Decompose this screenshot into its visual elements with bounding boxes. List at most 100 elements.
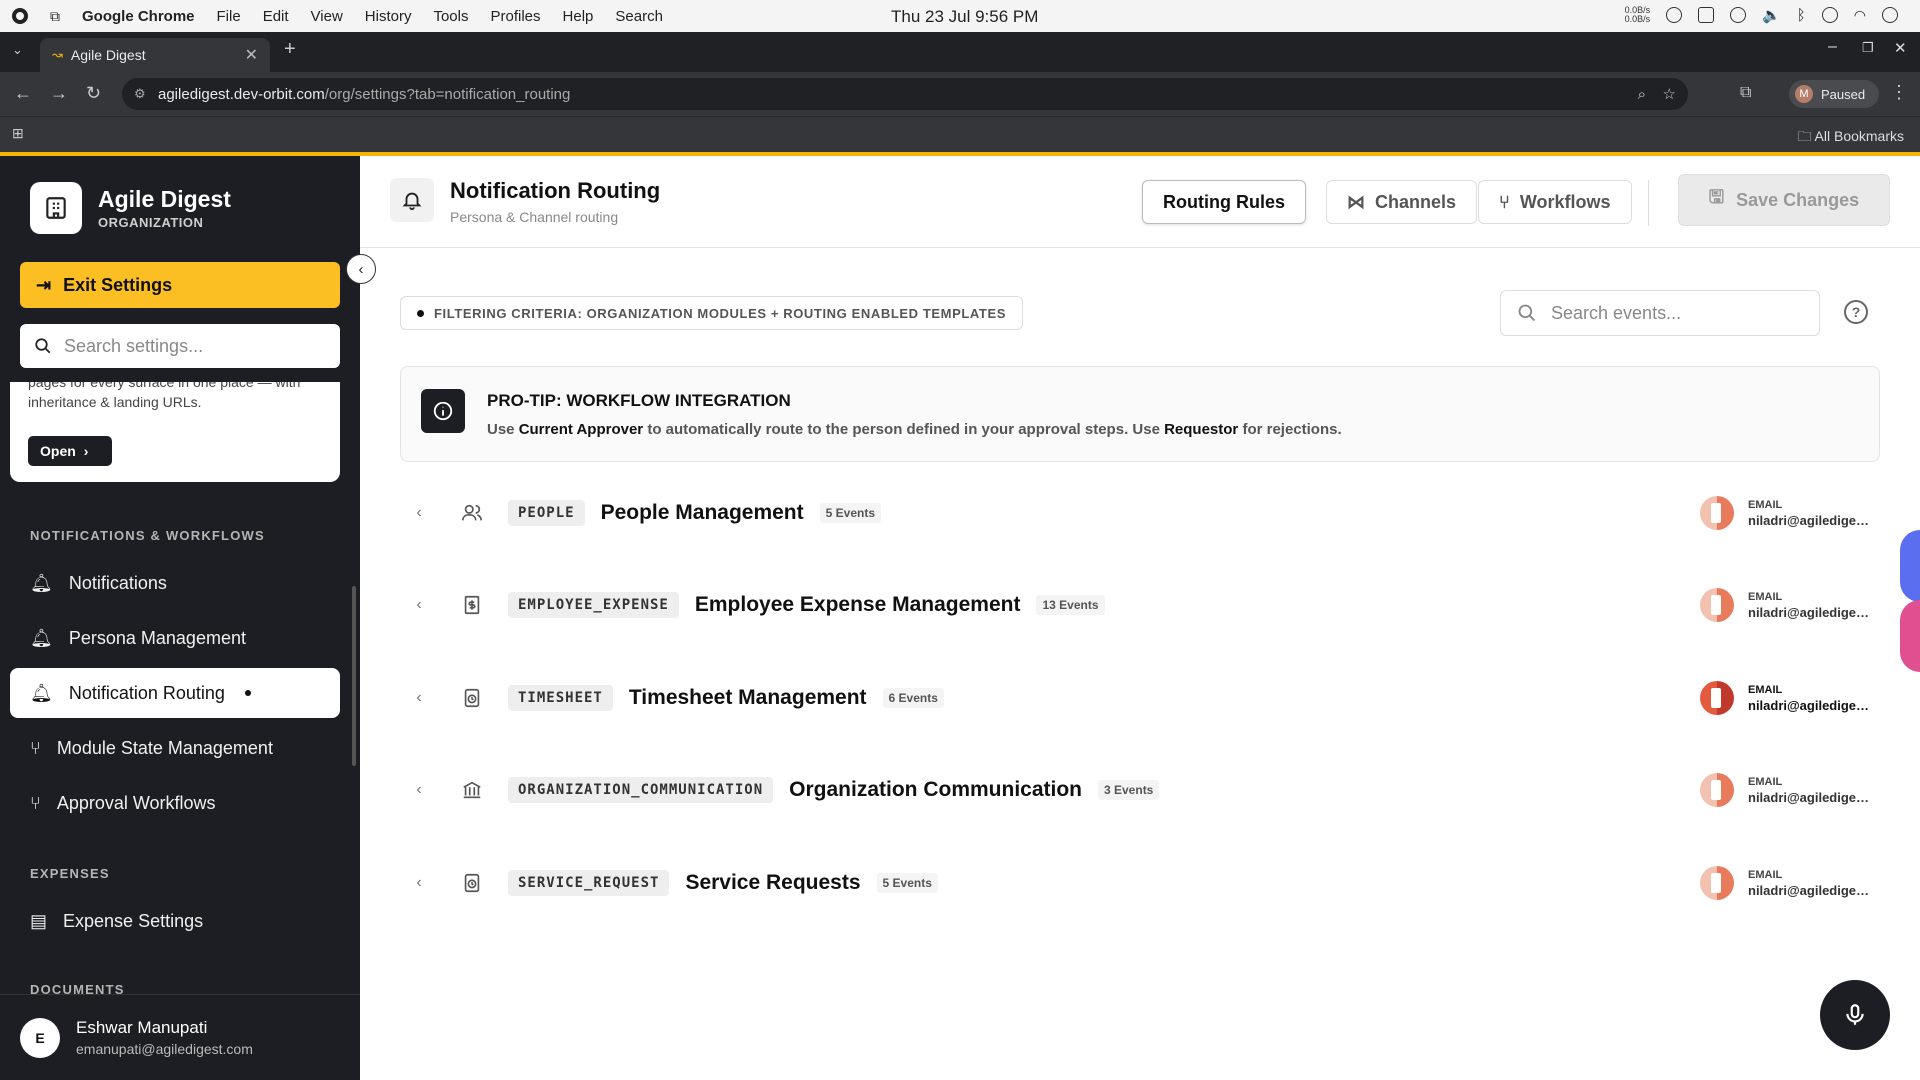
tab-list-icon[interactable]: ⌄ [12, 42, 23, 58]
bluetooth-icon[interactable]: ᛒ [1797, 7, 1806, 24]
profile-button[interactable]: M Paused [1789, 80, 1879, 108]
module-channel[interactable]: EMAILniladri@agiledigest.com [1700, 496, 1880, 530]
module-title: Service Requests [685, 871, 861, 894]
bookmarks-bar: ⊞ 🗀 All Bookmarks [0, 116, 1920, 152]
building-icon [452, 779, 492, 801]
menu-history[interactable]: History [365, 8, 412, 25]
search-icon [35, 338, 51, 354]
address-bar[interactable]: ⚙ agiledigest.dev-orbit.com/org/settings… [122, 78, 1688, 110]
event-count-badge: 5 Events [876, 873, 938, 893]
sidebar-item-notifications[interactable]: 🔔︎ Notifications [10, 558, 340, 608]
close-tab-icon[interactable]: ✕ [245, 45, 258, 65]
chevron-left-icon[interactable]: ‹ [402, 866, 436, 900]
save-changes-button[interactable]: 🖫 Save Changes [1678, 174, 1890, 226]
menu-help[interactable]: Help [563, 8, 594, 25]
office-logo-icon [1700, 588, 1734, 622]
sidebar-item-persona-management[interactable]: 🔔︎ Persona Management [10, 613, 340, 663]
bookmark-star-icon[interactable]: ☆ [1663, 85, 1676, 103]
volume-icon[interactable]: 🔈 [1762, 6, 1781, 24]
power-icon[interactable] [1666, 7, 1683, 23]
event-count-badge: 5 Events [819, 503, 881, 523]
module-channel[interactable]: EMAILniladri@agiledigest.com [1700, 588, 1880, 622]
close-window-icon[interactable]: ✕ [1894, 39, 1907, 57]
sidebar-item-expense-settings[interactable]: ▤ Expense Settings [10, 896, 340, 946]
os-clock[interactable]: Thu 23 Jul 9:56 PM [891, 7, 1038, 27]
menu-file[interactable]: File [217, 8, 241, 25]
sidebar-item-notification-routing[interactable]: 🔔︎ Notification Routing [10, 668, 340, 718]
sidebar-item-approval-workflows[interactable]: ⑂ Approval Workflows [10, 778, 340, 828]
module-code: SERVICE_REQUEST [508, 870, 670, 896]
exit-settings-button[interactable]: ⇥ Exit Settings [20, 262, 340, 308]
tip-text-1: Use [487, 421, 519, 438]
filtering-criteria-badge: FILTERING CRITERIA: ORGANIZATION MODULES… [400, 296, 1023, 330]
sidebar-item-label: Persona Management [68, 627, 246, 648]
menu-tools[interactable]: Tools [433, 8, 468, 25]
back-icon[interactable]: ← [14, 83, 32, 104]
os-logo-icon[interactable] [12, 8, 28, 24]
module-row-timesheet[interactable]: ‹ TIMESHEET Timesheet Management 6 Event… [400, 668, 1880, 728]
channel-label: EMAIL [1748, 498, 1783, 511]
chevron-left-icon[interactable]: ‹ [402, 773, 436, 807]
menu-view[interactable]: View [311, 8, 343, 25]
help-icon[interactable]: ? [1844, 300, 1868, 324]
minimize-icon[interactable]: – [1828, 38, 1837, 56]
menu-search[interactable]: Search [615, 8, 663, 25]
page-subtitle: Persona & Channel routing [450, 209, 619, 225]
promo-open-button[interactable]: Open › [28, 436, 112, 466]
page-title: Notification Routing [450, 178, 661, 203]
module-channel[interactable]: EMAILniladri@agiledigest.com [1700, 866, 1880, 900]
floating-widget-tab[interactable] [1900, 600, 1920, 672]
clipboard-icon[interactable] [1698, 7, 1715, 23]
user-profile[interactable]: E Eshwar Manupati emanupati@agiledigest.… [0, 994, 360, 1080]
collapse-sidebar-button[interactable]: ‹ [346, 254, 376, 284]
browser-tab[interactable]: ↝ Agile Digest ✕ [40, 38, 270, 72]
sidebar-scrollbar[interactable] [352, 586, 356, 766]
all-bookmarks-label: All Bookmarks [1814, 128, 1904, 144]
search-events-input[interactable]: Search events... [1500, 290, 1820, 336]
people-icon [452, 502, 492, 524]
event-count-badge: 6 Events [882, 688, 944, 708]
wifi-icon[interactable]: ◠ [1854, 7, 1866, 24]
zoom-icon[interactable]: ⌕ [1638, 86, 1646, 103]
tab-routing-rules-label: Routing Rules [1163, 191, 1285, 212]
module-row-service-request[interactable]: ‹ SERVICE_REQUEST Service Requests 5 Eve… [400, 853, 1880, 913]
menu-profiles[interactable]: Profiles [491, 8, 541, 25]
os-app-name[interactable]: Google Chrome [82, 8, 195, 25]
menu-edit[interactable]: Edit [263, 8, 289, 25]
extensions-icon[interactable]: ⧉ [1740, 84, 1751, 102]
tab-channels[interactable]: ⋈ Channels [1326, 180, 1478, 224]
chevron-right-icon: › [83, 443, 89, 459]
site-info-icon[interactable]: ⚙ [134, 86, 146, 102]
settings-search-input[interactable]: Search settings... [20, 324, 340, 368]
microphone-icon [1846, 1004, 1864, 1025]
chevron-left-icon[interactable]: ‹ [402, 588, 436, 622]
forward-icon[interactable]: → [50, 83, 68, 104]
all-bookmarks[interactable]: 🗀 All Bookmarks [1797, 126, 1904, 150]
module-channel[interactable]: EMAILniladri@agiledigest.com [1700, 681, 1880, 715]
chevron-left-icon[interactable]: ‹ [402, 496, 436, 530]
tab-routing-rules[interactable]: Routing Rules [1142, 180, 1306, 224]
browser-menu-icon[interactable]: ⋮ [1890, 82, 1908, 103]
sidebar-item-module-state-management[interactable]: ⑂ Module State Management [10, 723, 340, 773]
office-logo-icon [1700, 773, 1734, 807]
module-row-people[interactable]: ‹ PEOPLE People Management 5 Events EMAI… [400, 483, 1880, 543]
settings-icon[interactable] [1882, 7, 1898, 23]
brightness-icon[interactable] [1821, 7, 1838, 23]
maximize-icon[interactable]: ❐ [1862, 40, 1874, 56]
tab-workflows[interactable]: ⑂ Workflows [1478, 180, 1632, 224]
chevron-left-icon[interactable]: ‹ [402, 681, 436, 715]
settings-sidebar: Agile Digest ORGANIZATION ⇥ Exit Setting… [0, 156, 360, 1080]
window-icon[interactable]: ⧉ [50, 8, 60, 25]
module-title: Employee Expense Management [694, 593, 1021, 616]
org-brand[interactable]: Agile Digest ORGANIZATION [30, 182, 231, 234]
voice-assistant-button[interactable] [1820, 980, 1890, 1050]
reload-icon[interactable]: ↻ [86, 83, 101, 104]
module-row-organization-communication[interactable]: ‹ ORGANIZATION_COMMUNICATION Organizatio… [400, 760, 1880, 820]
new-tab-icon[interactable]: + [284, 38, 296, 61]
apps-icon[interactable]: ⊞ [12, 125, 24, 142]
module-row-employee-expense[interactable]: ‹ EMPLOYEE_EXPENSE Employee Expense Mana… [400, 575, 1880, 635]
floating-widget-tab[interactable] [1900, 530, 1920, 602]
module-channel[interactable]: EMAILniladri@agiledigest.com [1700, 773, 1880, 807]
pause-icon[interactable] [1730, 7, 1747, 23]
channel-label: EMAIL [1748, 590, 1783, 603]
